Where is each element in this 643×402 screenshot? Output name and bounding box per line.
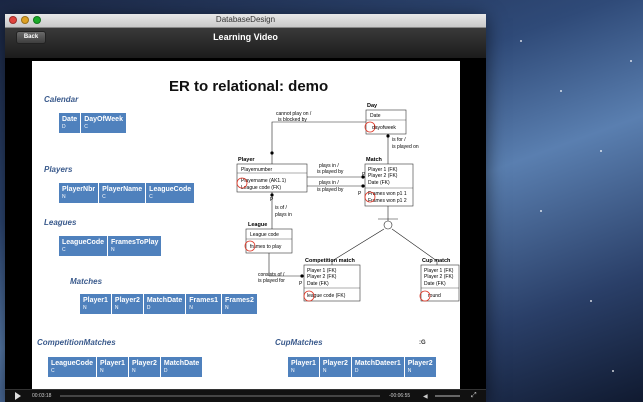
er-diagram: Day Date dayofweek Player Playernumber P… [236, 103, 460, 302]
er-player-attr-0: Playernumber [241, 167, 272, 173]
video-controls: 00:03:18 -00:06:55 ◀ ⤢ [5, 389, 486, 402]
er-label-played-by-1: is played by [317, 169, 344, 175]
er-label-played-by-2: is played by [317, 187, 344, 193]
er-label-p: P [270, 197, 274, 203]
volume-slider[interactable] [435, 395, 460, 397]
er-label-played-on: is played on [392, 144, 419, 150]
er-player-attr-2: League code (FK) [241, 185, 281, 191]
er-label-is-for: is for / [392, 137, 406, 143]
er-league-attr-0: League code [250, 232, 279, 238]
er-label-blocked-by: is blocked by [278, 117, 307, 123]
er-label-plays-in-2: plays in / [319, 180, 339, 186]
er-player-title: Player [238, 157, 255, 163]
er-cup-attr-1: Player 2 (FK) [424, 274, 454, 280]
er-competition-attr-1: Player 2 (FK) [307, 274, 337, 280]
er-match-attr-4: Frames won p1 2 [368, 198, 407, 204]
play-icon[interactable] [15, 392, 21, 400]
er-player-attr-1: Playername (AK1.1) [241, 178, 286, 184]
navigation-bar: Back Learning Video [5, 28, 486, 59]
er-match-attr-1: Player 2 (FK) [368, 173, 398, 179]
er-day-title: Day [367, 103, 378, 109]
er-match-title: Match [366, 157, 383, 163]
video-frame-slide[interactable]: ER to relational: demo Calendar Date D Day… [32, 61, 460, 391]
er-cup-attr-2: Date (FK) [424, 281, 446, 287]
er-label-p: P [299, 281, 303, 287]
er-label-plays-in-3: plays in [275, 212, 292, 218]
progress-track[interactable] [60, 395, 380, 397]
fullscreen-icon[interactable]: ⤢ [471, 392, 477, 400]
remaining-time: -00:06:55 [389, 393, 411, 399]
er-label-p: P [358, 191, 362, 197]
er-competition-title: Competition match [305, 258, 355, 264]
er-competition-attr-2: Date (FK) [307, 281, 329, 287]
elapsed-time: 00:03:18 [32, 393, 52, 399]
volume-icon[interactable]: ◀ [423, 393, 428, 400]
nav-title: Learning Video [213, 32, 278, 42]
window-titlebar[interactable]: DatabaseDesign [5, 14, 486, 28]
window-title: DatabaseDesign [215, 15, 276, 24]
er-label-played-for: is played for [258, 278, 285, 284]
er-competition-attr-3: league code (FK) [307, 293, 346, 299]
er-day-attr-0: Date [370, 113, 381, 119]
er-match-attr-2: Date (FK) [368, 180, 390, 186]
app-window: DatabaseDesign Back Learning Video ER to… [5, 14, 486, 402]
er-label-is-of: is of / [275, 205, 288, 211]
er-day-attr-1: dayofweek [372, 125, 396, 131]
er-league-title: League [248, 222, 267, 228]
